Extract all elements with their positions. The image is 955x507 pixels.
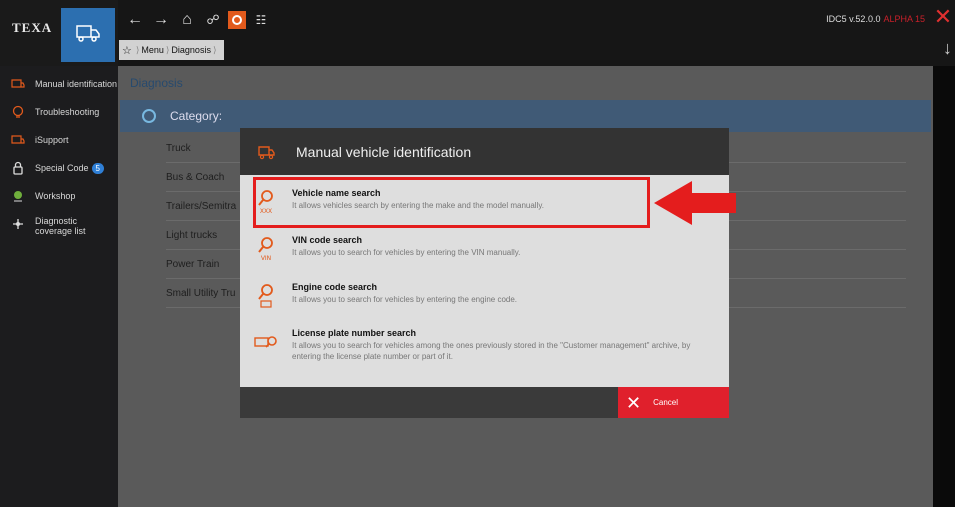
sidebar-item-label: Special Code <box>35 163 89 173</box>
truck-icon <box>75 23 101 48</box>
dialog-footer: ✕ Cancel <box>240 387 729 418</box>
option-description: It allows you to search for vehicles by … <box>292 248 521 257</box>
option-vin-code-search[interactable]: VIN VIN code search It allows you to sea… <box>254 235 520 263</box>
sidebar-item-manual-identification[interactable]: Manual identification <box>0 70 118 98</box>
version-number: IDC5 v.52.0.0 <box>826 14 881 24</box>
forward-arrow-icon[interactable]: → <box>150 10 172 30</box>
breadcrumb-diagnosis[interactable]: Diagnosis <box>171 45 211 55</box>
license-plate-search-icon <box>254 328 278 356</box>
option-engine-code-search[interactable]: Engine code search It allows you to sear… <box>254 282 517 310</box>
device-icon[interactable]: ☷ <box>250 10 272 30</box>
sidebar-item-isupport[interactable]: iSupport <box>0 126 118 154</box>
engine-code-search-icon <box>254 282 278 310</box>
option-title: Engine code search <box>292 282 378 292</box>
cancel-button[interactable]: ✕ Cancel <box>618 387 729 418</box>
sidebar-item-workshop[interactable]: Workshop <box>0 182 118 210</box>
manual-identification-dialog: Manual vehicle identification XXX Vehicl… <box>240 128 729 418</box>
sidebar-item-special-code[interactable]: Special Code 5 <box>0 154 118 182</box>
sidebar-item-label: iSupport <box>35 135 69 145</box>
cancel-label: Cancel <box>653 398 678 407</box>
coverage-icon <box>10 216 26 232</box>
option-license-plate-search[interactable]: License plate number search It allows yo… <box>254 328 692 362</box>
sidebar-item-diagnostic-coverage[interactable]: Diagnostic coverage list <box>0 210 118 250</box>
breadcrumb-menu[interactable]: Menu <box>141 45 164 55</box>
sidebar-item-troubleshooting[interactable]: Troubleshooting <box>0 98 118 126</box>
sidebar: TEXA Manual identification Troubleshooti… <box>0 0 118 507</box>
special-code-badge: 5 <box>91 162 104 174</box>
home-icon[interactable]: ⌂ <box>176 10 198 30</box>
troubleshooting-icon <box>10 104 26 120</box>
down-arrow-icon[interactable]: ↓ <box>943 38 952 59</box>
share-icon[interactable]: ☍ <box>202 10 224 30</box>
breadcrumb: ☆ ⟩ Menu ⟩ Diagnosis ⟩ <box>119 40 224 60</box>
vehicle-id-icon <box>258 144 276 160</box>
highlight-box <box>253 177 650 228</box>
category-icon <box>142 109 156 123</box>
sidebar-item-label: Diagnostic coverage list <box>35 216 86 236</box>
red-arrow-annotation <box>654 181 736 225</box>
vehicle-id-icon <box>10 76 26 92</box>
close-icon: ✕ <box>626 392 642 413</box>
truck-mode-tile[interactable] <box>61 8 115 62</box>
texa-logo: TEXA <box>12 20 53 35</box>
workshop-icon <box>10 188 26 204</box>
version-label: IDC5 v.52.0.0 ALPHA 15 <box>826 14 925 24</box>
dialog-header: Manual vehicle identification <box>240 128 729 175</box>
logo-bar: TEXA <box>0 0 118 66</box>
option-title: License plate number search <box>292 328 417 338</box>
vin-search-icon: VIN <box>254 235 278 263</box>
option-description: It allows you to search for vehicles amo… <box>292 341 691 361</box>
settings-icon[interactable] <box>228 11 246 29</box>
top-bar: ← → ⌂ ☍ ☷ ☆ ⟩ Menu ⟩ Diagnosis ⟩ IDC5 v.… <box>118 0 955 66</box>
isupport-icon <box>10 132 26 148</box>
version-tag: ALPHA 15 <box>883 14 925 24</box>
sidebar-item-label: Troubleshooting <box>35 107 100 117</box>
option-title: VIN code search <box>292 235 363 245</box>
star-icon[interactable]: ☆ <box>122 44 132 57</box>
option-description: It allows you to search for vehicles by … <box>292 295 518 304</box>
lock-icon <box>10 160 26 176</box>
category-label: Category: <box>170 109 223 123</box>
close-app-icon[interactable]: ✕ <box>931 6 955 30</box>
sidebar-item-label: Manual identification <box>35 79 118 89</box>
right-strip <box>933 66 955 507</box>
svg-text:VIN: VIN <box>261 255 271 262</box>
sidebar-item-label: Workshop <box>35 191 76 201</box>
dialog-title: Manual vehicle identification <box>296 143 472 160</box>
page-title: Diagnosis <box>130 76 183 90</box>
back-arrow-icon[interactable]: ← <box>124 10 146 30</box>
